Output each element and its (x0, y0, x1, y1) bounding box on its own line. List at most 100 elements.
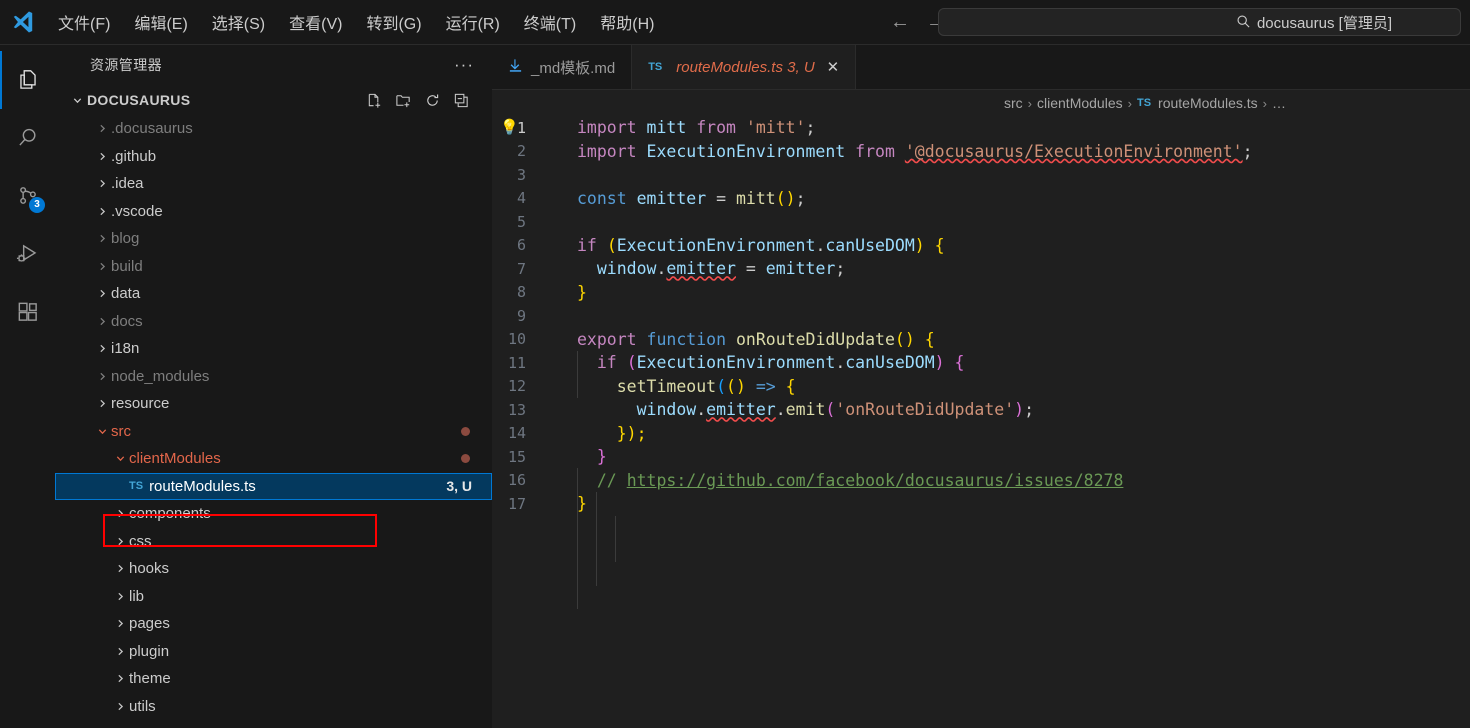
activitybar-source-control[interactable]: 3 (0, 167, 55, 225)
back-arrow-icon[interactable]: ← (890, 8, 910, 36)
chevron-right-icon[interactable] (111, 508, 129, 519)
tree-folder-resource[interactable]: resource (55, 390, 492, 418)
breadcrumb-item-file[interactable]: routeModules.ts (1158, 95, 1258, 111)
tree-folder-lib[interactable]: lib (55, 583, 492, 611)
activity-bar: 3 (0, 45, 55, 728)
chevron-right-icon[interactable] (111, 536, 129, 547)
line-number: 9 (516, 306, 526, 325)
source-control-badge: 3 (29, 197, 45, 213)
chevron-down-icon[interactable] (67, 95, 87, 106)
tree-folder-components[interactable]: components (55, 500, 492, 528)
tree-folder-src[interactable]: src (55, 418, 492, 446)
activitybar-explorer[interactable] (0, 51, 55, 109)
tree-folder-data[interactable]: data (55, 280, 492, 308)
tab-route-modules[interactable]: TS routeModules.ts 3, U ✕ (632, 45, 857, 89)
menu-terminal[interactable]: 终端(T) (515, 6, 585, 38)
token-property: canUseDOM (825, 235, 915, 255)
code-line: 15 } (492, 445, 1470, 469)
refresh-icon[interactable] (424, 92, 441, 109)
tab-bar: _md模板.md TS routeModules.ts 3, U ✕ (492, 45, 1470, 90)
tree-item-label: i18n (111, 340, 140, 358)
chevron-right-icon[interactable] (93, 233, 111, 244)
tree-folder-blog[interactable]: blog (55, 225, 492, 253)
chevron-right-icon[interactable] (93, 343, 111, 354)
code-line: 14 }); (492, 422, 1470, 446)
workbench-body: 3 资源管理器 ··· DOCUSAURUS .docusaurus .gith… (0, 45, 1470, 728)
explorer-root-section[interactable]: DOCUSAURUS (55, 85, 492, 115)
menu-edit[interactable]: 编辑(E) (125, 6, 196, 38)
new-file-icon[interactable] (366, 92, 383, 109)
chevron-right-icon[interactable] (93, 123, 111, 134)
breadcrumb-item-clientmodules[interactable]: clientModules (1037, 95, 1123, 111)
tree-folder-node_modules[interactable]: node_modules (55, 363, 492, 391)
token-bracket: ( (606, 235, 617, 255)
indent-guide (577, 468, 578, 609)
tree-item-label: resource (111, 395, 170, 413)
tree-folder-plugin[interactable]: plugin (55, 638, 492, 666)
tree-folder-docs[interactable]: docs (55, 308, 492, 336)
token-method: emit (785, 400, 826, 420)
chevron-right-icon[interactable] (93, 371, 111, 382)
chevron-right-icon[interactable] (111, 591, 129, 602)
explorer-actions (366, 92, 480, 109)
tree-folder-build[interactable]: build (55, 253, 492, 281)
menu-run[interactable]: 运行(R) (437, 6, 509, 38)
activitybar-extensions[interactable] (0, 283, 55, 341)
tree-folder-pages[interactable]: pages (55, 610, 492, 638)
tree-folder-.github[interactable]: .github (55, 143, 492, 171)
menu-go[interactable]: 转到(G) (357, 6, 430, 38)
token-bracket: ( (716, 376, 727, 396)
menu-view[interactable]: 查看(V) (280, 6, 351, 38)
menu-selection[interactable]: 选择(S) (203, 6, 274, 38)
chevron-right-icon[interactable] (93, 151, 111, 162)
token-bracket: { (934, 235, 945, 255)
chevron-down-icon[interactable] (93, 426, 111, 437)
activitybar-run-and-debug[interactable] (0, 225, 55, 283)
chevron-right-icon[interactable] (111, 701, 129, 712)
tree-folder-.docusaurus[interactable]: .docusaurus (55, 115, 492, 143)
breadcrumb-item-src[interactable]: src (1004, 95, 1023, 111)
tree-folder-css[interactable]: css (55, 528, 492, 556)
chevron-right-icon[interactable] (111, 563, 129, 574)
tree-folder-i18n[interactable]: i18n (55, 335, 492, 363)
new-folder-icon[interactable] (395, 92, 412, 109)
chevron-right-icon[interactable] (93, 178, 111, 189)
token-punct: ; (1024, 400, 1035, 420)
tree-folder-.idea[interactable]: .idea (55, 170, 492, 198)
chevron-down-icon[interactable] (111, 453, 129, 464)
tree-folder-hooks[interactable]: hooks (55, 555, 492, 583)
close-icon[interactable]: ✕ (827, 58, 840, 76)
code-editor[interactable]: 💡 1 import mitt from 'mitt'; 2 import Ex… (492, 116, 1470, 728)
comment-link[interactable]: https://github.com/facebook/docusaurus/i… (627, 471, 1124, 490)
token-function: mitt (735, 188, 776, 208)
token-keyword: from (855, 141, 895, 161)
token-punct: ; (805, 118, 816, 138)
chevron-right-icon[interactable] (93, 316, 111, 327)
tree-folder-theme[interactable]: theme (55, 665, 492, 693)
token-identifier: window (636, 400, 697, 420)
quick-fix-lightbulb-icon[interactable]: 💡 (500, 119, 519, 136)
breadcrumb-item-symbols[interactable]: … (1272, 95, 1286, 111)
tree-file-routeModules.ts[interactable]: TS routeModules.ts 3, U (55, 472, 492, 500)
token-operator: => (755, 376, 776, 396)
chevron-right-icon[interactable] (111, 673, 129, 684)
tree-folder-utils[interactable]: utils (55, 693, 492, 721)
chevron-right-icon[interactable] (93, 261, 111, 272)
command-center-label: docusaurus [管理员] (1256, 14, 1392, 32)
chevron-right-icon[interactable] (111, 646, 129, 657)
activitybar-search[interactable] (0, 109, 55, 167)
command-center-search[interactable]: docusaurus [管理员] (938, 8, 1461, 36)
tree-folder-clientModules[interactable]: clientModules (55, 445, 492, 473)
chevron-right-icon[interactable] (93, 206, 111, 217)
chevron-right-icon[interactable] (93, 398, 111, 409)
menu-help[interactable]: 帮助(H) (591, 6, 663, 38)
chevron-right-icon[interactable] (111, 618, 129, 629)
tree-folder-.vscode[interactable]: .vscode (55, 198, 492, 226)
menu-file[interactable]: 文件(F) (49, 6, 119, 38)
explorer-more-actions-icon[interactable]: ··· (454, 55, 474, 75)
code-line: 8 } (492, 281, 1470, 305)
token-property-error: emitter (706, 400, 776, 420)
collapse-all-icon[interactable] (453, 92, 470, 109)
chevron-right-icon[interactable] (93, 288, 111, 299)
tab-md-template[interactable]: _md模板.md (492, 45, 633, 89)
